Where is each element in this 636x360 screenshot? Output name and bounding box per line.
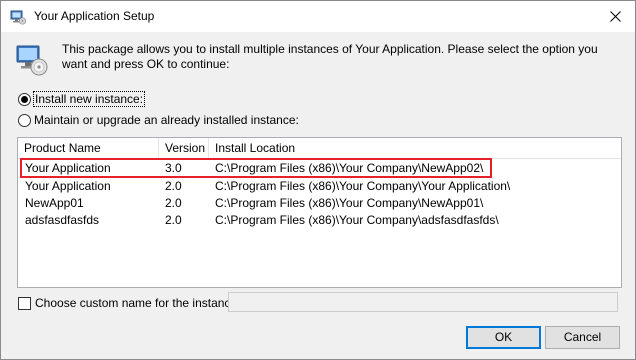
window-title: Your Application Setup	[34, 9, 155, 23]
install-location-cell: C:\Program Files (x86)\Your Company\Your…	[215, 179, 511, 193]
close-button[interactable]	[597, 1, 635, 32]
column-header-version[interactable]: Version	[159, 138, 209, 158]
version-cell: 2.0	[165, 179, 182, 193]
table-row[interactable]: NewApp01 2.0 C:\Program Files (x86)\Your…	[18, 195, 621, 211]
maintain-option[interactable]: Maintain or upgrade an already installed…	[18, 113, 299, 127]
setup-description: This package allows you to install multi…	[62, 42, 598, 71]
setup-computer-icon	[10, 9, 27, 25]
column-header-product-name[interactable]: Product Name	[18, 138, 159, 158]
install-new-radio[interactable]	[18, 92, 31, 106]
cancel-button[interactable]: Cancel	[545, 326, 620, 349]
version-cell: 3.0	[165, 161, 182, 175]
product-name-cell: Your Application	[25, 161, 111, 175]
maintain-radio[interactable]	[18, 113, 31, 127]
custom-name-checkbox[interactable]	[18, 296, 31, 310]
install-location-cell: C:\Program Files (x86)\Your Company\adsf…	[215, 213, 499, 227]
table-row[interactable]: Your Application 3.0 C:\Program Files (x…	[18, 160, 621, 176]
close-icon	[610, 11, 621, 22]
install-location-cell: C:\Program Files (x86)\Your Company\NewA…	[215, 161, 484, 175]
product-name-cell: NewApp01	[25, 196, 84, 210]
title-bar: Your Application Setup	[1, 1, 635, 32]
table-row[interactable]: adsfasdfasfds 2.0 C:\Program Files (x86)…	[18, 212, 621, 228]
maintain-label[interactable]: Maintain or upgrade an already installed…	[34, 113, 299, 127]
product-name-cell: adsfasdfasfds	[25, 213, 100, 227]
setup-dialog: Your Application Setup This package allo…	[0, 0, 636, 360]
custom-name-label[interactable]: Choose custom name for the instance:	[35, 296, 240, 310]
table-row[interactable]: Your Application 2.0 C:\Program Files (x…	[18, 178, 621, 194]
install-location-cell: C:\Program Files (x86)\Your Company\NewA…	[215, 196, 484, 210]
column-header-install-location[interactable]: Install Location	[209, 138, 621, 158]
custom-name-option[interactable]: Choose custom name for the instance:	[18, 296, 240, 310]
version-cell: 2.0	[165, 196, 182, 210]
install-new-option[interactable]: Install new instance:	[18, 91, 146, 107]
version-cell: 2.0	[165, 213, 182, 227]
list-header: Product Name Version Install Location	[18, 138, 621, 159]
custom-name-input[interactable]	[228, 292, 618, 312]
product-name-cell: Your Application	[25, 179, 111, 193]
installer-computer-icon	[15, 43, 49, 77]
instances-list[interactable]: Product Name Version Install Location Yo…	[17, 137, 622, 288]
install-new-label[interactable]: Install new instance:	[32, 91, 146, 107]
ok-button[interactable]: OK	[466, 326, 541, 349]
